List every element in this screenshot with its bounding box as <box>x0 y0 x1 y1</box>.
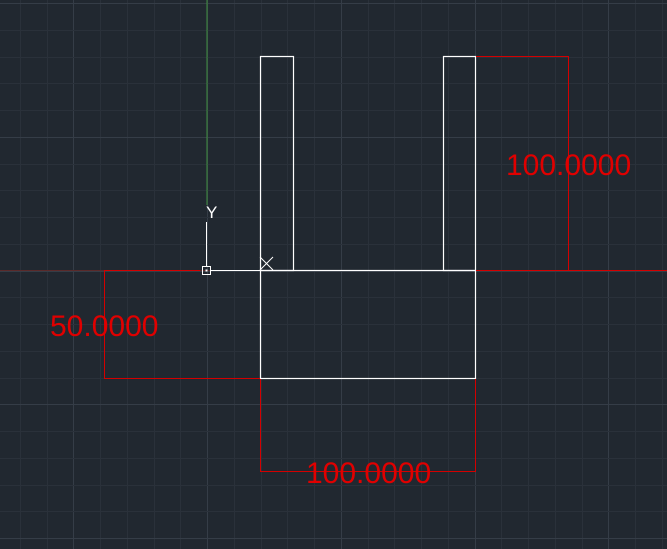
cad-drawing-canvas[interactable]: Y 100.0000 50.0000 100.0000 <box>0 0 667 549</box>
dim-left-height-label[interactable]: 50.0000 <box>50 310 158 343</box>
ucs-y-label: Y <box>206 203 217 222</box>
dim-bottom-width-label[interactable]: 100.0000 <box>306 457 431 490</box>
dim-right-height-label[interactable]: 100.0000 <box>506 149 631 182</box>
ucs-origin-dot <box>205 269 208 272</box>
